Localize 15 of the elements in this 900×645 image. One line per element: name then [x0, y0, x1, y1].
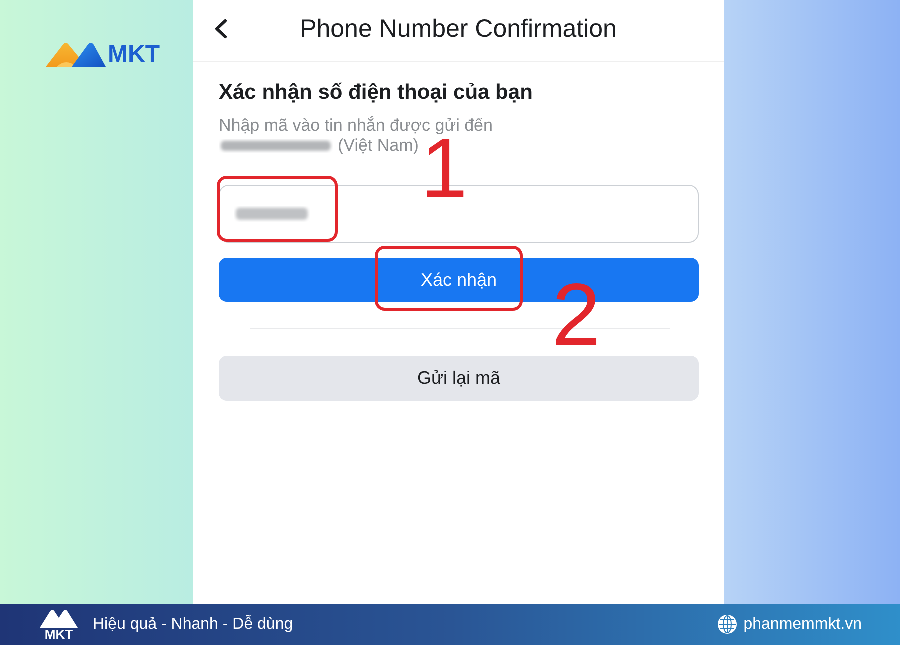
- resend-code-button[interactable]: Gửi lại mã: [219, 356, 699, 401]
- logo-mark-icon: [39, 608, 79, 628]
- logo-mark-icon: [45, 41, 107, 68]
- back-chevron-icon: [214, 18, 228, 38]
- brand-name: MKT: [44, 628, 74, 641]
- step-number: 1: [421, 138, 468, 198]
- back-button[interactable]: [213, 18, 229, 38]
- instruction-text: Nhập mã vào tin nhắn được gửi đến: [219, 116, 493, 136]
- brand-name: MKT: [108, 43, 160, 67]
- website-address: phanmemmkt.vn: [744, 614, 862, 634]
- slogan-text: Hiệu quả - Nhanh - Dễ dùng: [93, 614, 294, 634]
- screen-title: Phone Number Confirmation: [300, 14, 617, 44]
- phone-region-text: (Việt Nam): [338, 136, 419, 156]
- section-heading: Xác nhận số điện thoại của bạn: [219, 80, 533, 106]
- globe-icon: [718, 615, 737, 634]
